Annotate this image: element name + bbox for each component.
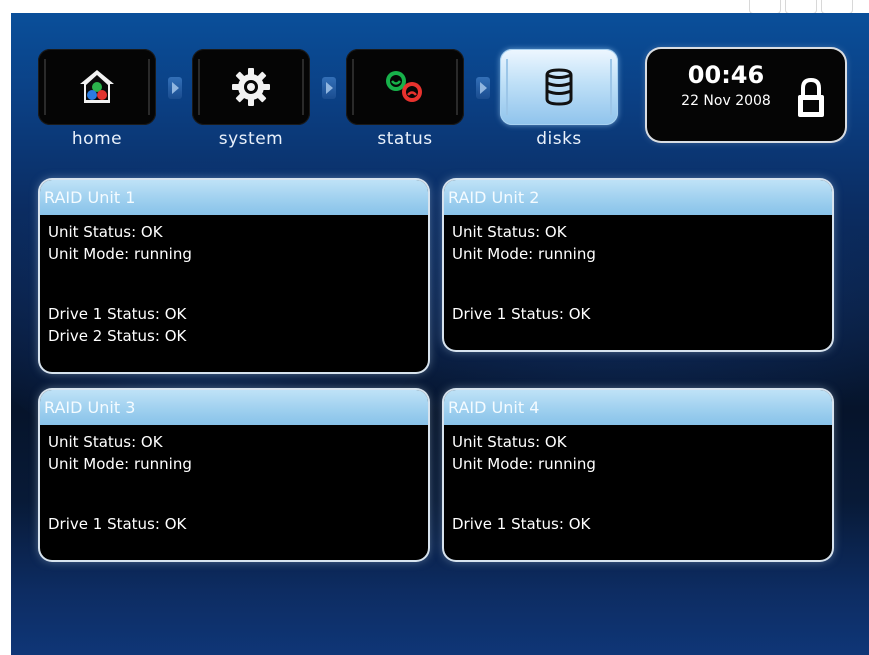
nav-item-home[interactable]: home [38,49,158,157]
nav-tile-home[interactable] [38,49,156,125]
raid-unit-panel: RAID Unit 1 Unit Status: OK Unit Mode: r… [40,180,428,372]
clock-date: 22 Nov 2008 [681,93,771,109]
home-icon [80,70,114,103]
drive-status: Drive 1 Status: OK [48,515,187,533]
panel-title: RAID Unit 4 [444,390,832,425]
window-controls [749,0,869,14]
clock-panel[interactable]: 00:46 22 Nov 2008 [647,49,845,141]
nav-tile-disks[interactable] [500,49,618,125]
unit-status: Unit Status: OK [452,223,567,241]
minimize-button[interactable] [749,0,781,14]
database-icon [545,68,573,106]
chevron-right-icon [476,77,490,99]
maximize-button[interactable] [785,0,817,14]
unit-status: Unit Status: OK [48,223,163,241]
status-icon [386,71,422,102]
unit-mode: Unit Mode: running [452,245,596,263]
raid-unit-panel: RAID Unit 2 Unit Status: OK Unit Mode: r… [444,180,832,350]
nav-item-system[interactable]: system [192,49,312,157]
unit-status: Unit Status: OK [452,433,567,451]
unit-mode: Unit Mode: running [452,455,596,473]
close-button[interactable] [821,0,853,14]
nav-label-status: status [377,129,433,149]
nav-label-system: system [218,129,284,149]
nav-item-status[interactable]: status [346,49,466,157]
drive-status: Drive 2 Status: OK [48,327,187,345]
raid-unit-panel: RAID Unit 4 Unit Status: OK Unit Mode: r… [444,390,832,560]
drive-status: Drive 1 Status: OK [452,305,591,323]
nav-tile-system[interactable] [192,49,310,125]
panel-body: Unit Status: OK Unit Mode: running Drive… [40,215,428,353]
panel-title: RAID Unit 2 [444,180,832,215]
panel-title: RAID Unit 3 [40,390,428,425]
panel-title: RAID Unit 1 [40,180,428,215]
chevron-right-icon [168,77,182,99]
unit-mode: Unit Mode: running [48,245,192,263]
unit-status: Unit Status: OK [48,433,163,451]
nav-tile-status[interactable] [346,49,464,125]
lock-icon[interactable] [795,77,827,119]
raid-unit-panel: RAID Unit 3 Unit Status: OK Unit Mode: r… [40,390,428,560]
drive-status: Drive 1 Status: OK [452,515,591,533]
panel-body: Unit Status: OK Unit Mode: running Drive… [40,425,428,541]
panel-body: Unit Status: OK Unit Mode: running Drive… [444,215,832,331]
drive-status: Drive 1 Status: OK [48,305,187,323]
unit-mode: Unit Mode: running [48,455,192,473]
nav-item-disks[interactable]: disks [500,49,620,157]
clock-time: 00:46 [687,61,765,89]
gear-icon [232,68,270,106]
nav-label-disks: disks [536,129,582,149]
device-screen: home system status disks 00:46 22 Nov 20… [11,13,869,655]
chevron-right-icon [322,77,336,99]
nav-label-home: home [71,129,123,149]
panel-body: Unit Status: OK Unit Mode: running Drive… [444,425,832,541]
